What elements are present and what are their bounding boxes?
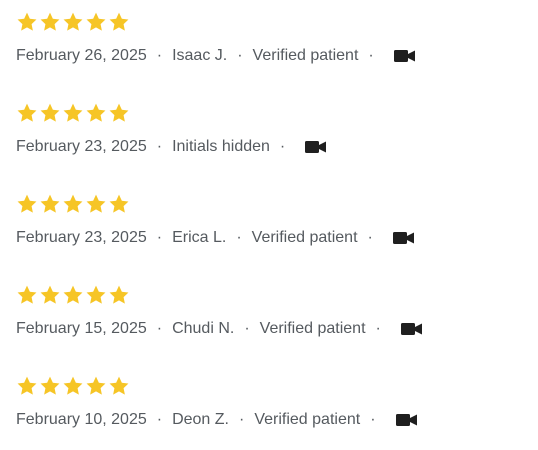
video-camera-icon [395, 413, 418, 427]
star-rating [16, 374, 526, 398]
star-icon [108, 11, 131, 33]
video-camera-icon [393, 49, 416, 63]
separator-dot: · [375, 320, 381, 337]
star-rating [16, 10, 526, 34]
star-icon [62, 102, 85, 124]
separator-dot: · [367, 229, 373, 246]
star-icon [16, 11, 39, 33]
star-icon [16, 102, 39, 124]
star-icon [39, 284, 62, 306]
separator-dot: · [156, 320, 163, 337]
star-icon [85, 102, 108, 124]
separator-dot: · [156, 411, 163, 428]
review-item: February 23, 2025 · Initials hidden · [16, 101, 526, 161]
review-meta: February 23, 2025 · Erica L. · Verified pati… [16, 226, 526, 250]
separator-dot: · [370, 411, 376, 428]
star-icon [39, 11, 62, 33]
video-camera-icon [392, 231, 415, 245]
separator-dot: · [156, 138, 163, 155]
review-item: February 23, 2025 · Erica L. · Verified pati… [16, 192, 526, 252]
separator-dot: · [279, 138, 286, 155]
review-author: Initials hidden [172, 138, 270, 155]
review-meta: February 26, 2025 · Isaac J. · Verified pati… [16, 44, 526, 68]
star-icon [62, 11, 85, 33]
star-icon [85, 375, 108, 397]
star-icon [16, 193, 39, 215]
video-camera-icon [305, 140, 327, 154]
verified-patient-label: Verified patient [259, 320, 366, 337]
verified-patient-label: Verified patient [251, 229, 358, 246]
review-date: February 10, 2025 [16, 411, 147, 428]
review-item: February 26, 2025 · Isaac J. · Verified pati… [16, 10, 526, 70]
separator-dot: · [156, 229, 163, 246]
review-author: Deon Z. [172, 411, 229, 428]
star-icon [62, 284, 85, 306]
separator-dot: · [239, 411, 245, 428]
separator-dot: · [156, 47, 163, 64]
star-icon [39, 375, 62, 397]
star-rating [16, 192, 526, 216]
star-icon [108, 284, 131, 306]
separator-dot: · [368, 47, 374, 64]
review-date: February 23, 2025 [16, 229, 147, 246]
review-meta: February 15, 2025 · Chudi N. · Verified pati… [16, 317, 526, 341]
review-author: Chudi N. [172, 320, 235, 337]
review-meta: February 23, 2025 · Initials hidden · [16, 135, 526, 159]
star-icon [85, 11, 108, 33]
review-item: February 15, 2025 · Chudi N. · Verified pati… [16, 283, 526, 343]
review-date: February 23, 2025 [16, 138, 147, 155]
star-rating [16, 283, 526, 307]
star-icon [39, 193, 62, 215]
review-date: February 15, 2025 [16, 320, 147, 337]
star-icon [108, 102, 131, 124]
star-icon [62, 375, 85, 397]
verified-patient-label: Verified patient [254, 411, 361, 428]
star-rating [16, 101, 526, 125]
separator-dot: · [244, 320, 250, 337]
review-date: February 26, 2025 [16, 47, 147, 64]
review-author: Erica L. [172, 229, 227, 246]
star-icon [16, 284, 39, 306]
star-icon [85, 193, 108, 215]
review-meta: February 10, 2025 · Deon Z. · Verified patie… [16, 408, 526, 432]
star-icon [108, 375, 131, 397]
video-camera-icon [400, 322, 423, 336]
review-item: February 10, 2025 · Deon Z. · Verified patie… [16, 374, 526, 434]
verified-patient-label: Verified patient [252, 47, 359, 64]
star-icon [62, 193, 85, 215]
star-icon [85, 284, 108, 306]
star-icon [108, 193, 131, 215]
separator-dot: · [236, 229, 242, 246]
review-author: Isaac J. [172, 47, 228, 64]
star-icon [39, 102, 62, 124]
review-list: February 26, 2025 · Isaac J. · Verified pati… [0, 0, 538, 450]
separator-dot: · [237, 47, 243, 64]
star-icon [16, 375, 39, 397]
